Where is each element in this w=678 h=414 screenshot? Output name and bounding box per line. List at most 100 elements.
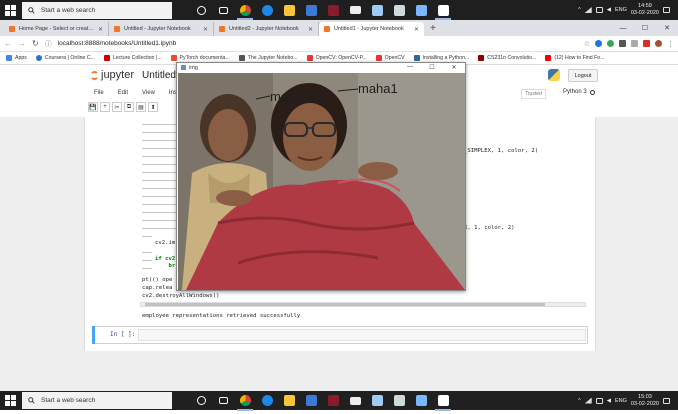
close-icon[interactable]: ✕ xyxy=(443,64,465,71)
profile-avatar[interactable] xyxy=(655,40,662,47)
kernel-indicator[interactable]: Python 3 xyxy=(563,89,595,95)
code-line[interactable]: br xyxy=(155,263,175,269)
notifications-icon[interactable] xyxy=(663,397,670,404)
battery-icon[interactable] xyxy=(595,7,603,13)
cut-icon[interactable]: ✂ xyxy=(112,102,122,112)
info-icon[interactable]: ⓘ xyxy=(45,39,52,49)
code-line[interactable]: X, 1, color, 2) xyxy=(464,225,515,231)
close-tab-icon[interactable]: ✕ xyxy=(203,26,208,33)
document-icon[interactable] xyxy=(432,391,454,411)
photos-icon[interactable] xyxy=(410,0,432,20)
cell-input[interactable] xyxy=(138,329,586,341)
bookmark-item[interactable]: The Jupyter Notebo... xyxy=(238,55,298,61)
media-app-icon[interactable] xyxy=(322,391,344,411)
store-icon[interactable] xyxy=(300,0,322,20)
start-button[interactable] xyxy=(0,391,20,411)
copy-icon[interactable]: ⧉ xyxy=(124,102,134,112)
close-icon[interactable]: ✕ xyxy=(656,20,678,36)
horizontal-scrollbar[interactable] xyxy=(140,302,586,307)
clock[interactable]: 14:59 03-02-2020 xyxy=(631,3,659,17)
volume-icon[interactable]: ◀ xyxy=(607,7,611,13)
language-indicator[interactable]: ENG xyxy=(615,398,627,404)
bookmark-item[interactable]: Apps xyxy=(6,55,27,61)
bookmark-item[interactable]: OpenCV xyxy=(375,55,405,61)
extension-icon[interactable] xyxy=(607,40,614,47)
browser-tab[interactable]: Untitled - Jupyter Notebook ✕ xyxy=(109,22,214,36)
logout-button[interactable]: Logout xyxy=(568,69,598,82)
jupyter-logo[interactable]: jupyter xyxy=(90,69,134,81)
notes-icon[interactable] xyxy=(388,391,410,411)
document-icon[interactable] xyxy=(432,0,454,20)
move-up-icon[interactable]: ⬆ xyxy=(148,102,158,112)
browser-tab[interactable]: Home Page - Select or create a n ✕ xyxy=(4,22,109,36)
store-icon[interactable] xyxy=(300,391,322,411)
mail-icon[interactable] xyxy=(344,391,366,411)
file-explorer-icon[interactable] xyxy=(278,391,300,411)
code-line[interactable]: cv2.im xyxy=(155,240,175,246)
opencv-window-titlebar[interactable]: img — ☐ ✕ xyxy=(177,63,465,72)
code-line[interactable]: if cv2 xyxy=(155,256,175,262)
chevron-up-icon[interactable]: ^ xyxy=(578,7,581,13)
paste-icon[interactable]: ▤ xyxy=(136,102,146,112)
extension-icon[interactable] xyxy=(631,40,638,47)
taskbar-search[interactable]: Start a web search xyxy=(22,392,172,409)
cortana-icon[interactable] xyxy=(190,391,212,411)
bookmark-item[interactable]: OpenCV: OpenCV-P... xyxy=(306,55,367,61)
opencv-image-window[interactable]: img — ☐ ✕ manasa1 maha1 xyxy=(176,62,466,291)
more-menu-icon[interactable]: ⋮ xyxy=(667,40,674,48)
menu-file[interactable]: File xyxy=(94,90,104,96)
minimize-icon[interactable]: — xyxy=(399,64,421,71)
code-line[interactable]: cap.relea xyxy=(142,285,172,291)
chrome-icon[interactable] xyxy=(234,0,256,20)
forward-icon[interactable]: → xyxy=(18,39,26,48)
network-icon[interactable] xyxy=(584,7,592,13)
notifications-icon[interactable] xyxy=(663,7,670,13)
scrollbar-thumb[interactable] xyxy=(145,303,545,306)
menu-edit[interactable]: Edit xyxy=(118,90,128,96)
reload-icon[interactable]: ↻ xyxy=(32,39,39,48)
file-explorer-icon[interactable] xyxy=(278,0,300,20)
extension-icon[interactable] xyxy=(595,40,602,47)
battery-icon[interactable] xyxy=(595,397,603,404)
save-icon[interactable]: 💾 xyxy=(88,102,98,112)
bookmark-item[interactable]: Installing a Python... xyxy=(413,55,469,61)
task-view-icon[interactable] xyxy=(212,391,234,411)
notes-icon[interactable] xyxy=(388,0,410,20)
cortana-icon[interactable] xyxy=(190,0,212,20)
media-app-icon[interactable] xyxy=(322,0,344,20)
close-tab-icon[interactable]: ✕ xyxy=(414,26,419,33)
browser-tab[interactable]: Untitled2 - Jupyter Notebook ✕ xyxy=(214,22,319,36)
photos-icon[interactable] xyxy=(410,391,432,411)
clock[interactable]: 15:03 03-02-2020 xyxy=(631,394,659,408)
task-view-icon[interactable] xyxy=(212,0,234,20)
edge-icon[interactable] xyxy=(256,391,278,411)
app-icon[interactable] xyxy=(366,0,388,20)
url-field[interactable]: localhost:8888/notebooks/Untitled1.ipynb xyxy=(58,40,578,47)
menu-view[interactable]: View xyxy=(142,90,155,96)
extension-icon[interactable] xyxy=(619,40,626,47)
bookmark-item[interactable]: CS231n Convolutio... xyxy=(478,55,536,61)
close-tab-icon[interactable]: ✕ xyxy=(308,26,313,33)
chevron-up-icon[interactable]: ^ xyxy=(578,398,581,404)
trusted-indicator[interactable]: Trusted xyxy=(521,89,546,99)
mail-icon[interactable] xyxy=(344,0,366,20)
bookmark-item[interactable]: Coursera | Online C... xyxy=(35,55,95,61)
network-icon[interactable] xyxy=(584,397,592,404)
browser-tab-active[interactable]: Untitled1 - Jupyter Notebook ✕ xyxy=(319,22,424,36)
start-button[interactable] xyxy=(0,0,20,20)
maximize-icon[interactable]: ☐ xyxy=(634,20,656,36)
edge-icon[interactable] xyxy=(256,0,278,20)
code-line[interactable]: _SIMPLEX, 1, color, 2) xyxy=(464,148,538,154)
code-line[interactable]: cv2.destroyAllWindows() xyxy=(142,293,219,299)
maximize-icon[interactable]: ☐ xyxy=(421,64,443,71)
taskbar-search[interactable]: Start a web search xyxy=(22,1,172,19)
bookmark-item[interactable]: PyTorch documenta... xyxy=(170,55,230,61)
code-line[interactable]: pt(() ope xyxy=(142,277,172,283)
bookmark-item[interactable]: (12) How to Find Fo... xyxy=(545,55,604,61)
back-icon[interactable]: ← xyxy=(4,39,12,48)
extension-icon[interactable] xyxy=(643,40,650,47)
bookmark-item[interactable]: Lecture Collection |... xyxy=(103,55,162,61)
close-tab-icon[interactable]: ✕ xyxy=(98,26,103,33)
bookmark-star-icon[interactable]: ☆ xyxy=(584,40,590,48)
language-indicator[interactable]: ENG xyxy=(615,7,627,13)
